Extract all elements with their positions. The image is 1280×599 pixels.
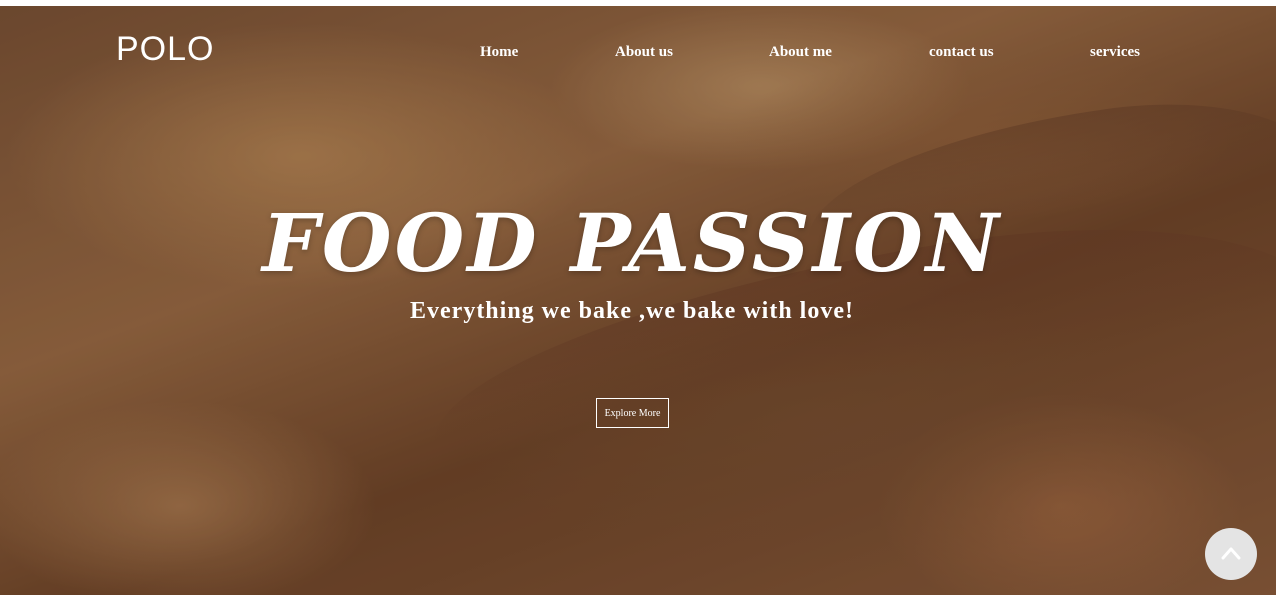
nav-item-contact-us[interactable]: contact us: [929, 44, 994, 61]
nav-item-about-me[interactable]: About me: [769, 44, 832, 61]
hero-title: FOOD PASSION: [262, 196, 1002, 290]
nav-item-home[interactable]: Home: [480, 44, 518, 61]
hero-subtitle: Everything we bake ,we bake with love!: [410, 298, 854, 324]
explore-more-button[interactable]: Explore More: [596, 398, 669, 428]
nav-item-services[interactable]: services: [1090, 44, 1140, 61]
nav-item-about-us[interactable]: About us: [615, 44, 673, 61]
chevron-up-icon: [1221, 547, 1241, 560]
main-nav: Home About us About me contact us servic…: [0, 44, 1280, 64]
scroll-to-top-button[interactable]: [1205, 528, 1257, 580]
